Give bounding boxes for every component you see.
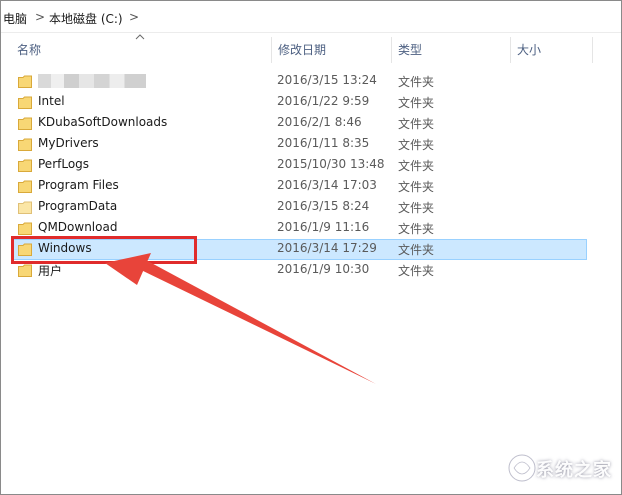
annotation-arrow-icon (105, 253, 376, 384)
watermark-text: 系统之家 (536, 460, 612, 481)
explorer-window: 电脑 > 本地磁盘 (C:) > 名称 修改日期 类型 大小 2016/3/15… (0, 0, 622, 495)
